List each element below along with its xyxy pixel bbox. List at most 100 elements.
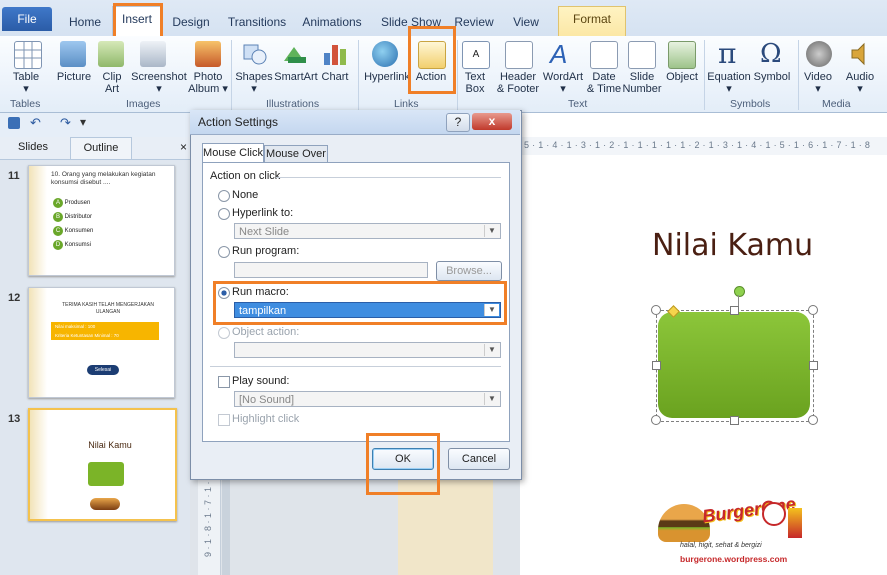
header-footer-icon: [505, 41, 533, 69]
tab-home[interactable]: Home: [66, 10, 104, 34]
shapes-button[interactable]: Shapes ▾: [234, 71, 274, 95]
slide-decoration: [30, 410, 48, 519]
equation-button[interactable]: Equation ▾: [706, 71, 752, 95]
quick-access-toolbar: ↶ ↷ ▾: [0, 113, 195, 138]
sound-value: [No Sound]: [239, 394, 295, 406]
undo-icon[interactable]: ↶: [30, 115, 41, 131]
option-key: C: [53, 226, 63, 236]
highlight-click-checkbox[interactable]: [218, 414, 230, 426]
object-button[interactable]: Object: [662, 71, 702, 83]
radio-none-label: None: [232, 189, 259, 201]
burger-logo-image: [90, 498, 120, 510]
group-separator: [704, 40, 705, 110]
resize-handle[interactable]: [730, 416, 739, 425]
help-button[interactable]: ?: [446, 113, 470, 132]
slide-title-nilai-kamu[interactable]: Nilai Kamu: [652, 228, 813, 263]
object-label: Object: [666, 71, 698, 83]
video-button[interactable]: Video ▾: [800, 71, 836, 95]
tab-view[interactable]: View: [508, 10, 544, 34]
slide-row: Kriteria Ketuntasan Minimal : 70: [51, 331, 159, 340]
shapes-label: Shapes: [235, 71, 273, 83]
close-panel-icon[interactable]: ×: [180, 140, 187, 154]
tab-mouse-click[interactable]: Mouse Click: [202, 143, 264, 163]
resize-handle[interactable]: [651, 415, 661, 425]
text-box-label: Text: [464, 71, 486, 83]
chart-button[interactable]: Chart: [318, 71, 352, 83]
tab-format[interactable]: Format: [558, 6, 626, 37]
tab-outline[interactable]: Outline: [70, 137, 132, 160]
date-time-button[interactable]: Date & Time: [584, 71, 624, 95]
audio-button[interactable]: Audio ▾: [840, 71, 880, 95]
rotation-handle[interactable]: [734, 286, 745, 297]
play-sound-label: Play sound:: [232, 375, 290, 387]
slide-thumbnail-13-selected[interactable]: Nilai Kamu: [28, 408, 177, 521]
resize-handle[interactable]: [730, 306, 739, 315]
wordart-button[interactable]: WordArt ▾: [540, 71, 586, 95]
section-label: Action on click: [210, 170, 281, 182]
close-dialog-button[interactable]: x: [472, 113, 512, 130]
resize-handle[interactable]: [808, 415, 818, 425]
clip-art-label: Clip: [102, 71, 122, 83]
resize-handle[interactable]: [651, 305, 661, 315]
tab-animations[interactable]: Animations: [300, 10, 364, 34]
clip-art-button[interactable]: Clip Art: [96, 71, 128, 95]
hyperlink-select[interactable]: Next Slide ▼: [234, 223, 501, 239]
radio-object-action[interactable]: [218, 327, 230, 339]
program-input[interactable]: [234, 262, 428, 278]
tab-slides[interactable]: Slides: [18, 141, 48, 153]
tab-design[interactable]: Design: [168, 10, 214, 34]
table-label: Table: [12, 71, 40, 83]
slide-thumbnail-11[interactable]: 10. Orang yang melakukan kegiatan konsum…: [28, 165, 175, 276]
scrollbar[interactable]: [222, 470, 230, 575]
radio-object-action-label: Object action:: [232, 326, 300, 338]
option-row: A Produsen: [53, 198, 93, 212]
group-separator: [231, 40, 232, 110]
object-action-select[interactable]: ▼: [234, 342, 501, 358]
slide-number-label: Slide: [629, 71, 655, 83]
tab-review[interactable]: Review: [452, 10, 496, 34]
slide-number-button[interactable]: Slide Number: [622, 71, 662, 95]
table-button[interactable]: Table ▾: [4, 71, 48, 95]
slide-decoration: [29, 288, 47, 397]
screenshot-button[interactable]: Screenshot ▾: [130, 71, 188, 95]
customize-qat-icon[interactable]: ▾: [80, 115, 86, 129]
header-footer-button[interactable]: Header & Footer: [493, 71, 543, 95]
resize-handle[interactable]: [808, 305, 818, 315]
radio-none[interactable]: [218, 190, 230, 202]
radio-hyperlink[interactable]: [218, 208, 230, 220]
resize-handle[interactable]: [652, 361, 661, 370]
hyperlink-button[interactable]: Hyperlink: [362, 71, 412, 83]
radio-run-program[interactable]: [218, 246, 230, 258]
slide-thumbnail-12[interactable]: TERIMA KASIH TELAH MENGERJAKAN ULANGAN N…: [28, 287, 175, 398]
group-label-media: Media: [822, 98, 851, 110]
symbol-label: Symbol: [753, 71, 791, 83]
green-rounded-rectangle[interactable]: [658, 312, 810, 418]
sound-select[interactable]: [No Sound] ▼: [234, 391, 501, 407]
section-divider: [276, 177, 501, 178]
header-footer-label: Header: [499, 71, 537, 83]
vertical-ruler-ticks: 9 · 1 · 8 · 1 · 7 · 1 · 6: [203, 474, 213, 558]
cancel-button[interactable]: Cancel: [448, 448, 510, 470]
option-text: Konsumen: [64, 228, 94, 234]
save-icon[interactable]: [8, 117, 20, 129]
dialog-title: Action Settings: [198, 115, 279, 129]
browse-button[interactable]: Browse...: [436, 261, 502, 281]
option-key: B: [53, 212, 63, 222]
date-time-label: Date: [592, 71, 616, 83]
picture-button[interactable]: Picture: [54, 71, 94, 83]
tab-transitions[interactable]: Transitions: [224, 10, 290, 34]
object-icon: [668, 41, 696, 69]
play-sound-checkbox[interactable]: [218, 376, 230, 388]
option-row: B Distributor: [53, 212, 93, 226]
redo-icon[interactable]: ↷: [60, 115, 71, 131]
text-box-button[interactable]: Text Box: [460, 71, 490, 95]
tab-file[interactable]: File: [2, 7, 52, 31]
smartart-button[interactable]: SmartArt: [273, 71, 319, 83]
option-key: D: [53, 240, 63, 250]
photo-album-button[interactable]: Photo Album ▾: [186, 71, 230, 95]
tab-mouse-over[interactable]: Mouse Over: [264, 145, 328, 163]
resize-handle[interactable]: [809, 361, 818, 370]
symbol-button[interactable]: Symbol: [752, 71, 792, 83]
option-text: Konsumsi: [64, 242, 92, 248]
group-label-tables: Tables: [10, 98, 41, 110]
